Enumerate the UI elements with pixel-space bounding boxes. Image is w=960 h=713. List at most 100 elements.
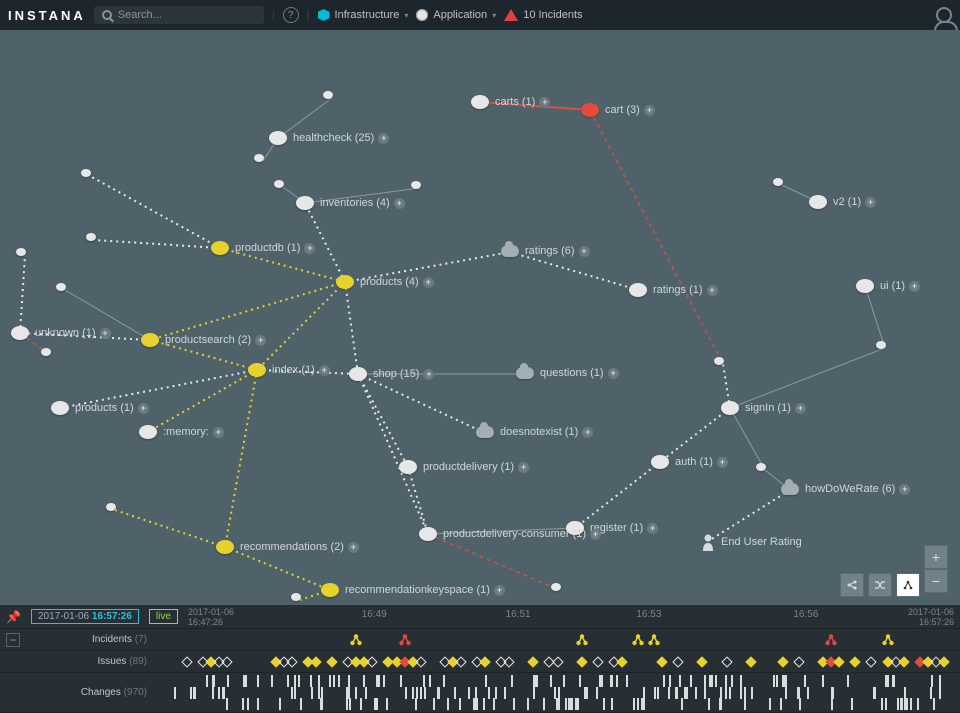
expand-icon[interactable]: +	[707, 285, 718, 296]
graph-node-shop[interactable]: shop (15) +	[349, 367, 434, 381]
graph-node-v2[interactable]: v2 (1) +	[809, 195, 876, 209]
expand-icon[interactable]: +	[100, 328, 111, 339]
graph-node-healthcheck[interactable]: healthcheck (25) +	[269, 131, 389, 145]
issue-marker[interactable]	[326, 656, 337, 667]
current-time-pill[interactable]: 2017-01-06 16:57:26	[31, 609, 139, 624]
layout-button[interactable]	[896, 573, 920, 597]
nav-incidents[interactable]: 10 Incidents	[504, 9, 582, 21]
graph-node-dotps2[interactable]	[41, 348, 51, 356]
expand-icon[interactable]: +	[899, 484, 910, 495]
graph-node-ratings1[interactable]: ratings (1) +	[629, 283, 718, 297]
graph-node-productsearch[interactable]: productsearch (2) +	[141, 333, 266, 347]
help-icon[interactable]: ?	[283, 7, 299, 23]
issue-marker[interactable]	[552, 656, 563, 667]
graph-node-dot4[interactable]	[411, 181, 421, 189]
graph-node-index[interactable]: index (1) +	[248, 363, 330, 377]
graph-node-auth[interactable]: auth (1) +	[651, 455, 728, 469]
issue-marker[interactable]	[504, 656, 515, 667]
incident-marker[interactable]	[350, 634, 362, 646]
incident-marker[interactable]	[882, 634, 894, 646]
expand-icon[interactable]: +	[909, 281, 920, 292]
graph-node-dotb1[interactable]	[551, 583, 561, 591]
graph-node-cart[interactable]: cart (3) +	[581, 103, 655, 117]
graph-node-dot5[interactable]	[773, 178, 783, 186]
expand-icon[interactable]: +	[494, 585, 505, 596]
expand-icon[interactable]: +	[590, 529, 601, 540]
graph-node-productdb[interactable]: productdb (1) +	[211, 241, 315, 255]
issue-marker[interactable]	[834, 656, 845, 667]
graph-node-dot2[interactable]	[254, 154, 264, 162]
expand-icon[interactable]: +	[255, 335, 266, 346]
graph-node-signIn[interactable]: signIn (1) +	[721, 401, 806, 415]
graph-node-dotright[interactable]	[876, 341, 886, 349]
user-icon[interactable]	[936, 7, 952, 23]
graph-node-ratings6[interactable]: ratings (6) +	[501, 245, 590, 257]
graph-node-recokeyspace[interactable]: recommendationkeyspace (1) +	[321, 583, 505, 597]
dependency-graph[interactable]: carts (1) + cart (3) + healthcheck (25) + i…	[0, 30, 960, 605]
graph-node-dotps[interactable]	[56, 283, 66, 291]
issue-marker[interactable]	[455, 656, 466, 667]
graph-node-dotLeft[interactable]	[16, 248, 26, 256]
zoom-in-button[interactable]: +	[924, 545, 948, 569]
incident-marker[interactable]	[648, 634, 660, 646]
graph-node-products1[interactable]: products (1) +	[51, 401, 149, 415]
expand-icon[interactable]: +	[644, 105, 655, 116]
issue-marker[interactable]	[182, 656, 193, 667]
issue-marker[interactable]	[367, 656, 378, 667]
expand-icon[interactable]: +	[319, 365, 330, 376]
graph-node-memory[interactable]: :memory: +	[139, 425, 224, 439]
incident-marker[interactable]	[576, 634, 588, 646]
graph-node-dotreco[interactable]	[106, 503, 116, 511]
issue-marker[interactable]	[793, 656, 804, 667]
graph-node-dotb2[interactable]	[291, 593, 301, 601]
graph-node-unknown[interactable]: unknown (1) +	[11, 326, 111, 340]
zoom-out-button[interactable]: −	[924, 569, 948, 593]
graph-node-dot1[interactable]	[323, 91, 333, 99]
expand-icon[interactable]: +	[423, 369, 434, 380]
graph-node-carts[interactable]: carts (1) +	[471, 95, 550, 109]
issue-marker[interactable]	[898, 656, 909, 667]
pin-icon[interactable]: 📌	[6, 610, 21, 624]
issue-marker[interactable]	[721, 656, 732, 667]
nav-application[interactable]: Application ▾	[416, 9, 496, 21]
search-input[interactable]: Search...	[94, 6, 264, 24]
expand-icon[interactable]: +	[865, 197, 876, 208]
graph-node-questions[interactable]: questions (1) +	[516, 367, 619, 379]
graph-node-dotq[interactable]	[714, 357, 724, 365]
expand-icon[interactable]: +	[378, 133, 389, 144]
expand-icon[interactable]: +	[579, 246, 590, 257]
issue-marker[interactable]	[850, 656, 861, 667]
issue-marker[interactable]	[938, 656, 949, 667]
issue-marker[interactable]	[479, 656, 490, 667]
expand-icon[interactable]: +	[582, 427, 593, 438]
share-button[interactable]	[840, 573, 864, 597]
expand-icon[interactable]: +	[423, 277, 434, 288]
expand-icon[interactable]: +	[348, 542, 359, 553]
issue-marker[interactable]	[697, 656, 708, 667]
timeline-row-changes[interactable]: Changes (970)	[0, 673, 960, 713]
graph-node-enduser[interactable]: End User Rating	[701, 533, 802, 551]
expand-icon[interactable]: +	[138, 403, 149, 414]
issue-marker[interactable]	[310, 656, 321, 667]
timeline-row-issues[interactable]: Issues (89)	[0, 651, 960, 673]
issue-marker[interactable]	[745, 656, 756, 667]
graph-node-dot3[interactable]	[274, 180, 284, 188]
issue-marker[interactable]	[592, 656, 603, 667]
expand-icon[interactable]: +	[213, 427, 224, 438]
shuffle-button[interactable]	[868, 573, 892, 597]
incident-marker[interactable]	[632, 634, 644, 646]
graph-node-inventories[interactable]: inventories (4) +	[296, 196, 405, 210]
live-pill[interactable]: live	[149, 609, 178, 624]
graph-node-recommend[interactable]: recommendations (2) +	[216, 540, 359, 554]
issue-marker[interactable]	[866, 656, 877, 667]
expand-icon[interactable]: +	[394, 198, 405, 209]
issue-marker[interactable]	[528, 656, 539, 667]
issue-marker[interactable]	[222, 656, 233, 667]
timeline-row-incidents[interactable]: Incidents (7)	[0, 629, 960, 651]
expand-icon[interactable]: +	[518, 462, 529, 473]
expand-icon[interactable]: +	[539, 97, 550, 108]
issue-marker[interactable]	[656, 656, 667, 667]
issue-marker[interactable]	[576, 656, 587, 667]
expand-icon[interactable]: +	[795, 403, 806, 414]
graph-node-howDoWeRate[interactable]: howDoWeRate (6) +	[781, 483, 910, 495]
